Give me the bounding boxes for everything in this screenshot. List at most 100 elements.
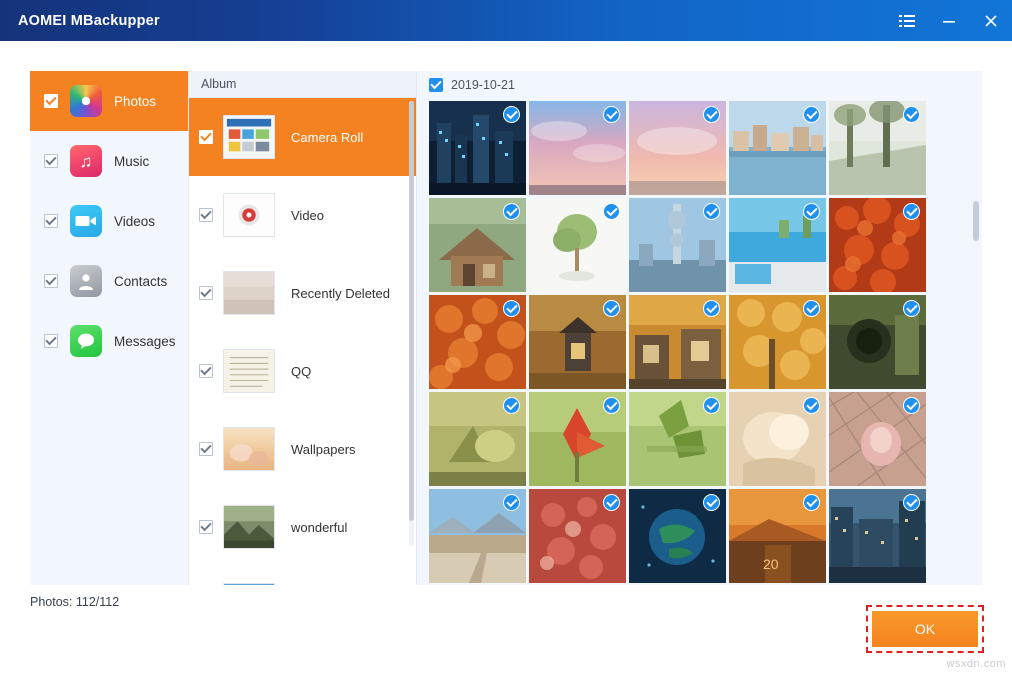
date-group-label: 2019-10-21 xyxy=(451,78,515,92)
sidebar-item-photos[interactable]: Photos xyxy=(30,71,188,131)
photo-selected-badge[interactable] xyxy=(603,397,620,414)
photo-selected-badge[interactable] xyxy=(503,106,520,123)
photo-selected-badge[interactable] xyxy=(703,300,720,317)
photo-selected-badge[interactable] xyxy=(603,106,620,123)
watermark-text: wsxdn.com xyxy=(946,658,1006,670)
music-checkbox[interactable] xyxy=(44,154,58,168)
photo-selected-badge[interactable] xyxy=(603,203,620,220)
photo-thumbnail[interactable] xyxy=(829,198,926,292)
album-thumbnail-recently-deleted xyxy=(223,271,275,315)
photo-selected-badge[interactable] xyxy=(803,494,820,511)
main-body: Photos ♫ Music Videos xyxy=(0,41,1012,675)
ok-button-highlight: OK xyxy=(866,605,984,653)
photo-thumbnail[interactable] xyxy=(429,392,526,486)
photo-selected-badge[interactable] xyxy=(703,494,720,511)
photo-thumbnail[interactable] xyxy=(429,295,526,389)
album-scrollbar[interactable] xyxy=(409,101,414,546)
photo-selected-badge[interactable] xyxy=(603,494,620,511)
messages-checkbox[interactable] xyxy=(44,334,58,348)
photo-selected-badge[interactable] xyxy=(903,106,920,123)
sidebar-item-music[interactable]: ♫ Music xyxy=(30,131,188,191)
photo-selected-badge[interactable] xyxy=(903,203,920,220)
menu-list-icon[interactable] xyxy=(886,0,928,41)
album-checkbox-recently-deleted[interactable] xyxy=(199,286,213,300)
photo-thumbnail[interactable] xyxy=(429,101,526,195)
videos-checkbox[interactable] xyxy=(44,214,58,228)
photo-selected-badge[interactable] xyxy=(503,494,520,511)
photo-selected-badge[interactable] xyxy=(903,397,920,414)
photo-thumbnail[interactable] xyxy=(829,295,926,389)
photo-selected-badge[interactable] xyxy=(903,300,920,317)
photo-grid-scrollbar[interactable] xyxy=(973,101,979,593)
album-item-qq[interactable]: QQ xyxy=(189,332,416,410)
contacts-checkbox[interactable] xyxy=(44,274,58,288)
sidebar-label-messages: Messages xyxy=(114,334,176,349)
content-panel: Photos ♫ Music Videos xyxy=(30,71,982,626)
photo-thumbnail[interactable]: 20 xyxy=(729,489,826,583)
photo-selected-badge[interactable] xyxy=(803,203,820,220)
album-checkbox-wallpapers[interactable] xyxy=(199,442,213,456)
photo-thumbnail[interactable] xyxy=(829,392,926,486)
minimize-icon[interactable] xyxy=(928,0,970,41)
album-item-camera-roll[interactable]: Camera Roll xyxy=(189,98,416,176)
photo-selected-badge[interactable] xyxy=(803,397,820,414)
album-checkbox-qq[interactable] xyxy=(199,364,213,378)
photo-selected-badge[interactable] xyxy=(703,397,720,414)
album-checkbox-video[interactable] xyxy=(199,208,213,222)
photo-thumbnail[interactable] xyxy=(529,392,626,486)
photo-thumbnail[interactable] xyxy=(729,295,826,389)
album-checkbox-wonderful[interactable] xyxy=(199,520,213,534)
album-label-wallpapers: Wallpapers xyxy=(291,442,356,457)
photo-selected-badge[interactable] xyxy=(503,397,520,414)
photo-thumbnail[interactable] xyxy=(729,198,826,292)
album-checkbox-camera-roll[interactable] xyxy=(199,130,213,144)
photo-thumbnail[interactable] xyxy=(729,101,826,195)
photo-thumbnail[interactable] xyxy=(629,295,726,389)
photo-thumbnail[interactable] xyxy=(829,489,926,583)
album-thumbnail-qq xyxy=(223,349,275,393)
close-icon[interactable] xyxy=(970,0,1012,41)
photos-count-label: Photos: 112/112 xyxy=(30,595,119,609)
photo-selected-badge[interactable] xyxy=(803,106,820,123)
photo-thumbnail[interactable] xyxy=(429,489,526,583)
photo-selected-badge[interactable] xyxy=(503,300,520,317)
photo-thumbnail[interactable] xyxy=(829,101,926,195)
photos-icon xyxy=(70,85,102,117)
photo-selected-badge[interactable] xyxy=(503,203,520,220)
album-item-wallpapers[interactable]: Wallpapers xyxy=(189,410,416,488)
photo-selected-badge[interactable] xyxy=(703,106,720,123)
album-item-recently-deleted[interactable]: Recently Deleted xyxy=(189,254,416,332)
photo-thumbnail[interactable] xyxy=(529,198,626,292)
album-item-video[interactable]: Video xyxy=(189,176,416,254)
photo-thumbnail[interactable] xyxy=(529,101,626,195)
photo-selected-badge[interactable] xyxy=(903,494,920,511)
album-item-wonderful[interactable]: wonderful xyxy=(189,488,416,566)
photo-thumbnail[interactable] xyxy=(429,198,526,292)
album-panel: Album xyxy=(189,71,417,626)
photo-selected-badge[interactable] xyxy=(803,300,820,317)
album-scrollbar-thumb[interactable] xyxy=(409,101,414,521)
photo-thumbnail[interactable] xyxy=(529,295,626,389)
sidebar-item-videos[interactable]: Videos xyxy=(30,191,188,251)
photo-selected-badge[interactable] xyxy=(603,300,620,317)
album-thumbnail-video xyxy=(223,193,275,237)
ok-button[interactable]: OK xyxy=(872,611,978,647)
photos-checkbox[interactable] xyxy=(44,94,58,108)
photo-selected-badge[interactable] xyxy=(703,203,720,220)
date-group-checkbox[interactable] xyxy=(429,78,443,92)
photo-thumbnail[interactable] xyxy=(529,489,626,583)
album-thumbnail-wallpapers xyxy=(223,427,275,471)
photo-thumbnail[interactable] xyxy=(629,101,726,195)
sidebar-item-messages[interactable]: Messages xyxy=(30,311,188,371)
photo-thumbnail[interactable] xyxy=(629,198,726,292)
photo-thumbnail[interactable] xyxy=(629,392,726,486)
sidebar-label-photos: Photos xyxy=(114,94,156,109)
photo-date-group-header[interactable]: 2019-10-21 xyxy=(417,71,982,99)
album-label-recently-deleted: Recently Deleted xyxy=(291,286,390,301)
photo-grid-scrollbar-thumb[interactable] xyxy=(973,201,979,241)
music-icon: ♫ xyxy=(70,145,102,177)
photo-thumbnail[interactable] xyxy=(729,392,826,486)
sidebar-item-contacts[interactable]: Contacts xyxy=(30,251,188,311)
photo-thumbnail[interactable] xyxy=(629,489,726,583)
sidebar-label-music: Music xyxy=(114,154,149,169)
